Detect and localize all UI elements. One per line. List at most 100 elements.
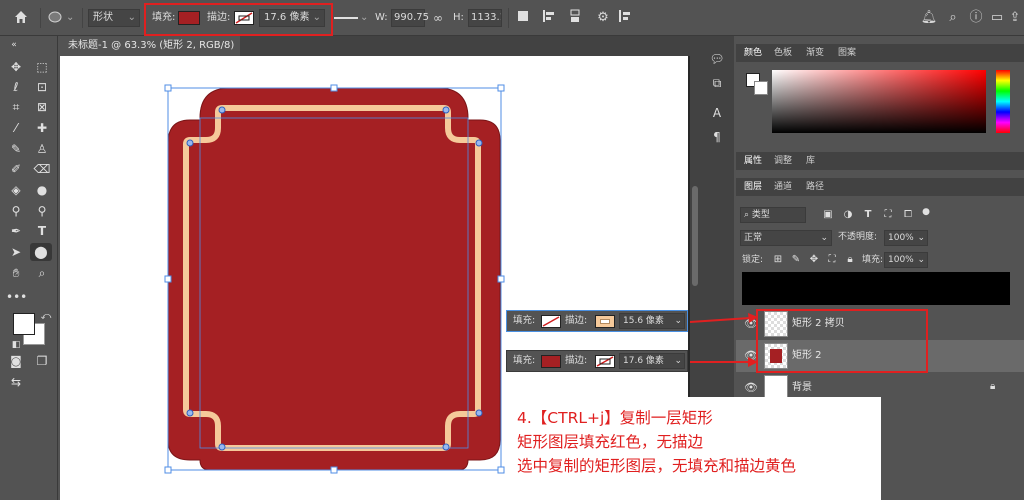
mode-dropdown[interactable]: 形状 ⌄ bbox=[88, 9, 140, 27]
stroke-type-line[interactable] bbox=[334, 17, 358, 19]
share-icon[interactable]: ⇪ bbox=[1006, 9, 1024, 27]
more-tools-icon[interactable]: ••• bbox=[6, 288, 27, 306]
stroke-width-field[interactable]: 17.6 像素 ⌄ bbox=[619, 353, 685, 369]
layer-fill-value: 100% bbox=[888, 255, 914, 265]
search-icon[interactable]: ⌕ bbox=[944, 9, 962, 27]
lock-all-icon[interactable]: 🔒︎ bbox=[840, 251, 860, 269]
align-edges-icon[interactable] bbox=[616, 9, 634, 27]
collapse-icon[interactable]: « bbox=[4, 36, 24, 54]
hue-slider[interactable] bbox=[996, 70, 1010, 133]
tab-adjustments[interactable]: 调整 bbox=[774, 153, 792, 169]
comments-icon[interactable]: 💬︎ bbox=[707, 50, 727, 68]
tab-layers[interactable]: 图层 bbox=[744, 179, 762, 195]
lock-transparent-icon[interactable]: ⊞ bbox=[768, 251, 788, 269]
bell-icon[interactable]: 🔔︎ bbox=[920, 9, 938, 27]
filter-pixel-icon[interactable]: ▣ bbox=[818, 206, 838, 224]
filter-shape-icon[interactable]: ⛶ bbox=[878, 206, 898, 224]
path-operations-icon[interactable] bbox=[514, 9, 532, 27]
extra-tool-icon[interactable]: ⇆ bbox=[6, 373, 26, 391]
help-icon[interactable]: ⓘ bbox=[967, 9, 985, 27]
annotation-box: 4.【CTRL+j】复制一层矩形 矩形图层填充红色，无描边 选中复制的矩形图层，… bbox=[505, 397, 881, 500]
fill-label-panel: 填充: bbox=[862, 255, 884, 265]
filter-smart-object-icon[interactable]: ⧠ bbox=[898, 206, 918, 224]
height-field[interactable]: 1133.1! bbox=[468, 9, 502, 27]
layer-fill-field[interactable]: 100% ⌄ bbox=[884, 252, 928, 268]
tab-paths[interactable]: 路径 bbox=[806, 179, 824, 195]
stamp-tool-icon[interactable]: ♙ bbox=[32, 140, 52, 158]
history-brush-icon[interactable]: ✐ bbox=[6, 160, 26, 178]
tab-channels[interactable]: 通道 bbox=[774, 179, 792, 195]
rect-layer-fill-stroke-bar: 填充: 描边: 17.6 像素 ⌄ bbox=[506, 350, 688, 372]
lock-image-icon[interactable]: ✎ bbox=[786, 251, 806, 269]
frame-tool-icon[interactable]: ⊠ bbox=[32, 98, 52, 116]
bg-color-chip[interactable] bbox=[754, 81, 768, 95]
swap-colors-icon[interactable]: ⤺ bbox=[36, 308, 56, 326]
dodge-tool-icon[interactable]: ⚲ bbox=[6, 202, 26, 220]
burn-tool-icon[interactable]: ⚲ bbox=[32, 202, 52, 220]
layer-filter-kind[interactable]: ⌕ 类型 bbox=[740, 207, 806, 223]
no-stroke-swatch[interactable] bbox=[595, 355, 615, 368]
annotation-line-1: 4.【CTRL+j】复制一层矩形 bbox=[517, 409, 713, 427]
color-field[interactable] bbox=[772, 70, 986, 133]
tab-color[interactable]: 颜色 bbox=[744, 45, 762, 61]
path-select-icon[interactable]: ➤ bbox=[6, 243, 26, 261]
pen-tool-icon[interactable]: ✒ bbox=[6, 222, 26, 240]
stroke-swatch-yellow[interactable] bbox=[595, 315, 615, 328]
eyedropper-icon[interactable]: ⁄ bbox=[6, 119, 26, 137]
gear-icon[interactable]: ⚙ bbox=[594, 9, 612, 27]
document-tab[interactable]: 未标题-1 @ 63.3% (矩形 2, RGB/8) * × bbox=[60, 36, 240, 71]
tab-swatches[interactable]: 色板 bbox=[774, 45, 792, 61]
path-arrangement-icon[interactable] bbox=[566, 9, 584, 27]
filter-adjustment-icon[interactable]: ◑ bbox=[838, 206, 858, 224]
link-icon[interactable]: ∞ bbox=[429, 9, 447, 27]
tools-panel: « ✥ ⬚ ℓ ⊡ ⌗ ⊠ ⁄ ✚ ✎ ♙ ✐ ⌫ ◈ ● ⚲ ⚲ ✒ T ➤ … bbox=[0, 36, 58, 500]
home-icon[interactable] bbox=[12, 9, 30, 27]
marquee-tool-icon[interactable]: ⬚ bbox=[32, 58, 52, 76]
history-icon[interactable]: ⧉ bbox=[707, 74, 727, 92]
fill-label: 填充: bbox=[513, 315, 536, 326]
character-icon[interactable]: A bbox=[707, 104, 727, 122]
opacity-field[interactable]: 100% ⌄ bbox=[884, 230, 928, 246]
stroke-width-field[interactable]: 15.6 像素 ⌄ bbox=[619, 313, 685, 329]
layers-highlight bbox=[756, 309, 928, 373]
eraser-tool-icon[interactable]: ⌫ bbox=[32, 160, 52, 178]
lock-artboard-icon[interactable]: ⛶ bbox=[822, 251, 842, 269]
screen-mode-icon[interactable]: ❐ bbox=[32, 352, 52, 370]
blur-tool-icon[interactable]: ● bbox=[32, 181, 52, 199]
ellipse-tool-icon[interactable] bbox=[46, 9, 64, 27]
foreground-color-swatch[interactable] bbox=[13, 313, 35, 335]
annotation-arrows bbox=[689, 313, 758, 367]
blend-mode-dropdown[interactable]: 正常 ⌄ bbox=[740, 230, 832, 246]
filter-type-icon[interactable]: T bbox=[858, 206, 878, 224]
paint-bucket-icon[interactable]: ◈ bbox=[6, 181, 26, 199]
paragraph-icon[interactable]: ¶ bbox=[707, 128, 727, 146]
eye-icon[interactable]: 👁︎ bbox=[744, 381, 758, 395]
object-select-icon[interactable]: ⊡ bbox=[32, 78, 52, 96]
tab-properties[interactable]: 属性 bbox=[744, 153, 762, 169]
tab-gradients[interactable]: 渐变 bbox=[806, 45, 824, 61]
lock-position-icon[interactable]: ✥ bbox=[804, 251, 824, 269]
lasso-tool-icon[interactable]: ℓ bbox=[6, 78, 26, 96]
ellipse-tool-icon[interactable]: ⬤ bbox=[30, 243, 52, 261]
brush-tool-icon[interactable]: ✎ bbox=[6, 140, 26, 158]
stroke-label: 描边: bbox=[565, 315, 588, 326]
fill-stroke-highlight bbox=[144, 3, 333, 36]
fill-label: 填充: bbox=[513, 355, 536, 366]
zoom-tool-icon[interactable]: ⌕ bbox=[32, 264, 52, 282]
width-field[interactable]: 990.75 bbox=[391, 9, 429, 27]
healing-brush-icon[interactable]: ✚ bbox=[32, 119, 52, 137]
mode-label: 形状 bbox=[93, 12, 113, 23]
quick-mask-icon[interactable]: ◙ bbox=[6, 352, 26, 370]
tab-patterns[interactable]: 图案 bbox=[838, 45, 856, 61]
filter-toggle-icon[interactable]: ● bbox=[916, 203, 936, 221]
path-alignment-icon[interactable] bbox=[540, 9, 558, 27]
hand-tool-icon[interactable]: ✋︎ bbox=[6, 264, 26, 282]
move-tool-icon[interactable]: ✥ bbox=[6, 58, 26, 76]
crop-tool-icon[interactable]: ⌗ bbox=[6, 98, 26, 116]
red-fill-swatch[interactable] bbox=[541, 355, 561, 368]
blend-mode-value: 正常 bbox=[744, 233, 763, 243]
no-fill-swatch[interactable] bbox=[541, 315, 561, 328]
tab-libraries[interactable]: 库 bbox=[806, 153, 815, 169]
type-tool-icon[interactable]: T bbox=[32, 222, 52, 240]
workspace-icon[interactable]: ▭ bbox=[988, 9, 1006, 27]
